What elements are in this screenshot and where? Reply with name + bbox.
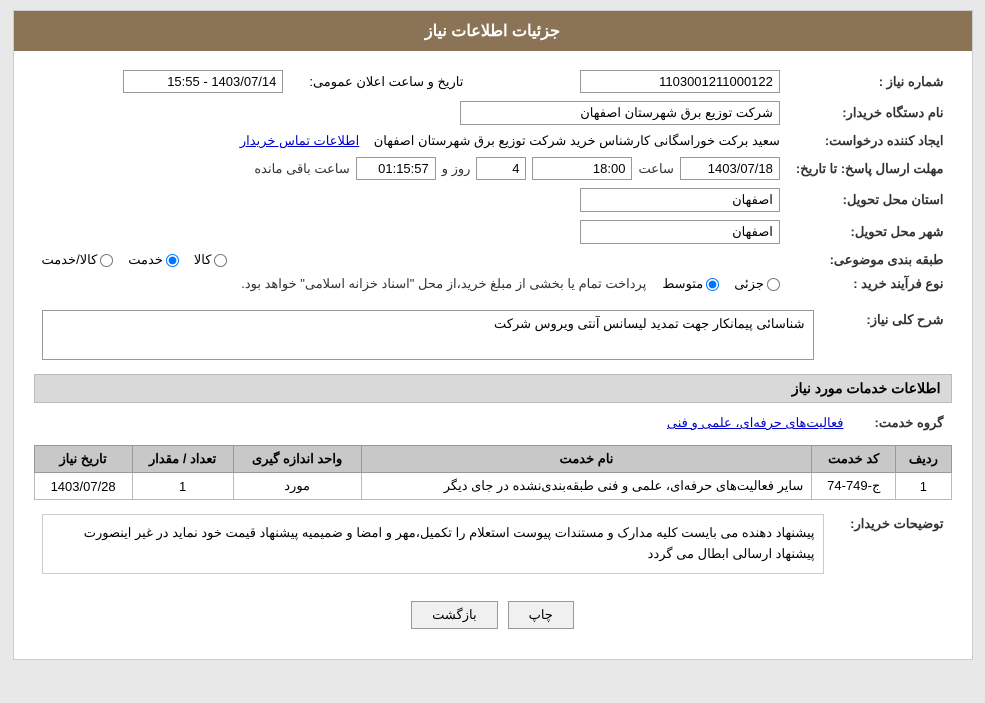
cell-tedad: 1 [132, 473, 233, 500]
table-row: 1 ج-749-74 سایر فعالیت‌های حرفه‌ای، علمی… [34, 473, 951, 500]
cell-tarikh: 1403/07/28 [34, 473, 132, 500]
page-title: جزئیات اطلاعات نیاز [425, 23, 560, 40]
ostanTahvil-value: اصفهان [580, 188, 780, 212]
radio-kala[interactable]: کالا [194, 252, 228, 268]
tosihKharidar-label: توضیحات خریدار: [832, 510, 952, 586]
back-button[interactable]: بازگشت [411, 601, 497, 629]
rozMande-label: روز و [442, 161, 471, 177]
col-vahed: واحد اندازه گیری [233, 446, 361, 473]
cell-vahed: مورد [233, 473, 361, 500]
table-row: توضیحات خریدار: پیشنهاد دهنده می بایست ک… [34, 510, 952, 586]
table-row: نام دستگاه خریدار: شرکت توزیع برق شهرستا… [34, 97, 952, 129]
table-row: مهلت ارسال پاسخ: تا تاریخ: 1403/07/18 سا… [34, 153, 952, 184]
col-radif: ردیف [896, 446, 951, 473]
shomareNiaz-value: 1103001211000122 [580, 70, 780, 93]
grohe-khedmat-table: گروه خدمت: فعالیت‌های حرفه‌ای، علمی و فن… [34, 411, 952, 435]
tarikhElan-value: 1403/07/14 - 15:55 [123, 70, 283, 93]
groupeKhedmat-label: گروه خدمت: [852, 411, 952, 435]
col-kod: کد خدمت [812, 446, 896, 473]
radio-kala-khedmat[interactable]: کالا/خدمت [42, 252, 114, 268]
noeFarayand-radiogroup: متوسط جزئی [662, 276, 780, 292]
etelaat-link[interactable]: اطلاعات تماس خریدار [240, 133, 359, 148]
saatPasokh-label: ساعت [638, 161, 673, 177]
table-row: استان محل تحویل: اصفهان [34, 184, 952, 216]
noeFarayand-row: متوسط جزئی پرداخت تمام یا بخشی از مبلغ خ… [42, 276, 780, 292]
groupeKhedmat-value[interactable]: فعالیت‌های حرفه‌ای، علمی و فنی [667, 415, 844, 430]
saatPasokh-value: 18:00 [532, 157, 632, 180]
ostanTahvil-label: استان محل تحویل: [788, 184, 952, 216]
namDastgah-label: نام دستگاه خریدار: [788, 97, 952, 129]
ijadKonande-label: ایجاد کننده درخواست: [788, 129, 952, 153]
noeFarayand-label: نوع فرآیند خرید : [788, 272, 952, 296]
radio-motavaset[interactable]: متوسط [662, 276, 719, 292]
table-row: شماره نیاز : 1103001211000122 تاریخ و سا… [34, 66, 952, 97]
table-row: طبقه بندی موضوعی: کالا/خدمت خدمت کالا [34, 248, 952, 272]
sharh-niaz-table: شرح کلی نیاز: شناسائی پیمانکار جهت تمدید… [34, 306, 952, 364]
content-area: شماره نیاز : 1103001211000122 تاریخ و سا… [14, 51, 972, 659]
shahrTahvil-value: اصفهان [580, 220, 780, 244]
pasokh-row: 1403/07/18 ساعت 18:00 4 روز و 01:15:57 س… [42, 157, 780, 180]
saatMande-value: 01:15:57 [356, 157, 436, 180]
table-row: گروه خدمت: فعالیت‌های حرفه‌ای، علمی و فن… [34, 411, 952, 435]
button-bar: چاپ بازگشت [34, 601, 952, 644]
tabaqehBandi-radiogroup: کالا/خدمت خدمت کالا [42, 252, 780, 268]
tabaqehBandi-label: طبقه بندی موضوعی: [788, 248, 952, 272]
cell-kod: ج-749-74 [812, 473, 896, 500]
rozMande-value: 4 [476, 157, 526, 180]
sharhNiaz-value: شناسائی پیمانکار جهت تمدید لیسانس آنتی و… [42, 310, 814, 360]
table-row: شرح کلی نیاز: شناسائی پیمانکار جهت تمدید… [34, 306, 952, 364]
main-container: جزئیات اطلاعات نیاز شماره نیاز : 1103001… [13, 10, 973, 660]
col-tarikh: تاریخ نیاز [34, 446, 132, 473]
table-header-row: ردیف کد خدمت نام خدمت واحد اندازه گیری ت… [34, 446, 951, 473]
tosihKharidar-box: پیشنهاد دهنده می بایست کلیه مدارک و مستن… [42, 514, 824, 574]
table-row: ایجاد کننده درخواست: سعید برکت خوراسگانی… [34, 129, 952, 153]
radio-jozi[interactable]: جزئی [734, 276, 780, 292]
cell-nam: سایر فعالیت‌های حرفه‌ای، علمی و فنی طبقه… [361, 473, 811, 500]
mohlatErsalPasokh-label: مهلت ارسال پاسخ: تا تاریخ: [788, 153, 952, 184]
service-table: ردیف کد خدمت نام خدمت واحد اندازه گیری ت… [34, 445, 952, 500]
col-nam: نام خدمت [361, 446, 811, 473]
col-tedad: تعداد / مقدار [132, 446, 233, 473]
sharhNiaz-label: شرح کلی نیاز: [822, 306, 952, 364]
tosihKharidar-value: پیشنهاد دهنده می بایست کلیه مدارک و مستن… [51, 523, 815, 565]
khadamat-section-header: اطلاعات خدمات مورد نیاز [34, 374, 952, 403]
info-table: شماره نیاز : 1103001211000122 تاریخ و سا… [34, 66, 952, 296]
tarikhElan-label: تاریخ و ساعت اعلان عمومی: [291, 66, 471, 97]
radio-khedmat[interactable]: خدمت [128, 252, 179, 268]
namDastgah-value: شرکت توزیع برق شهرستان اصفهان [460, 101, 780, 125]
tosih-table: توضیحات خریدار: پیشنهاد دهنده می بایست ک… [34, 510, 952, 586]
page-header: جزئیات اطلاعات نیاز [14, 11, 972, 51]
shomareNiaz-label: شماره نیاز : [788, 66, 952, 97]
ijadKonande-value: سعید برکت خوراسگانی کارشناس خرید شرکت تو… [374, 133, 780, 148]
table-row: شهر محل تحویل: اصفهان [34, 216, 952, 248]
print-button[interactable]: چاپ [508, 601, 574, 629]
tarikhPasokh-value: 1403/07/18 [680, 157, 780, 180]
noeFarayand-note: پرداخت تمام یا بخشی از مبلغ خرید،از محل … [241, 276, 646, 292]
table-row: نوع فرآیند خرید : متوسط جزئی پرداخت تمام… [34, 272, 952, 296]
cell-radif: 1 [896, 473, 951, 500]
shahrTahvil-label: شهر محل تحویل: [788, 216, 952, 248]
saatMande-label: ساعت باقی مانده [254, 161, 349, 177]
